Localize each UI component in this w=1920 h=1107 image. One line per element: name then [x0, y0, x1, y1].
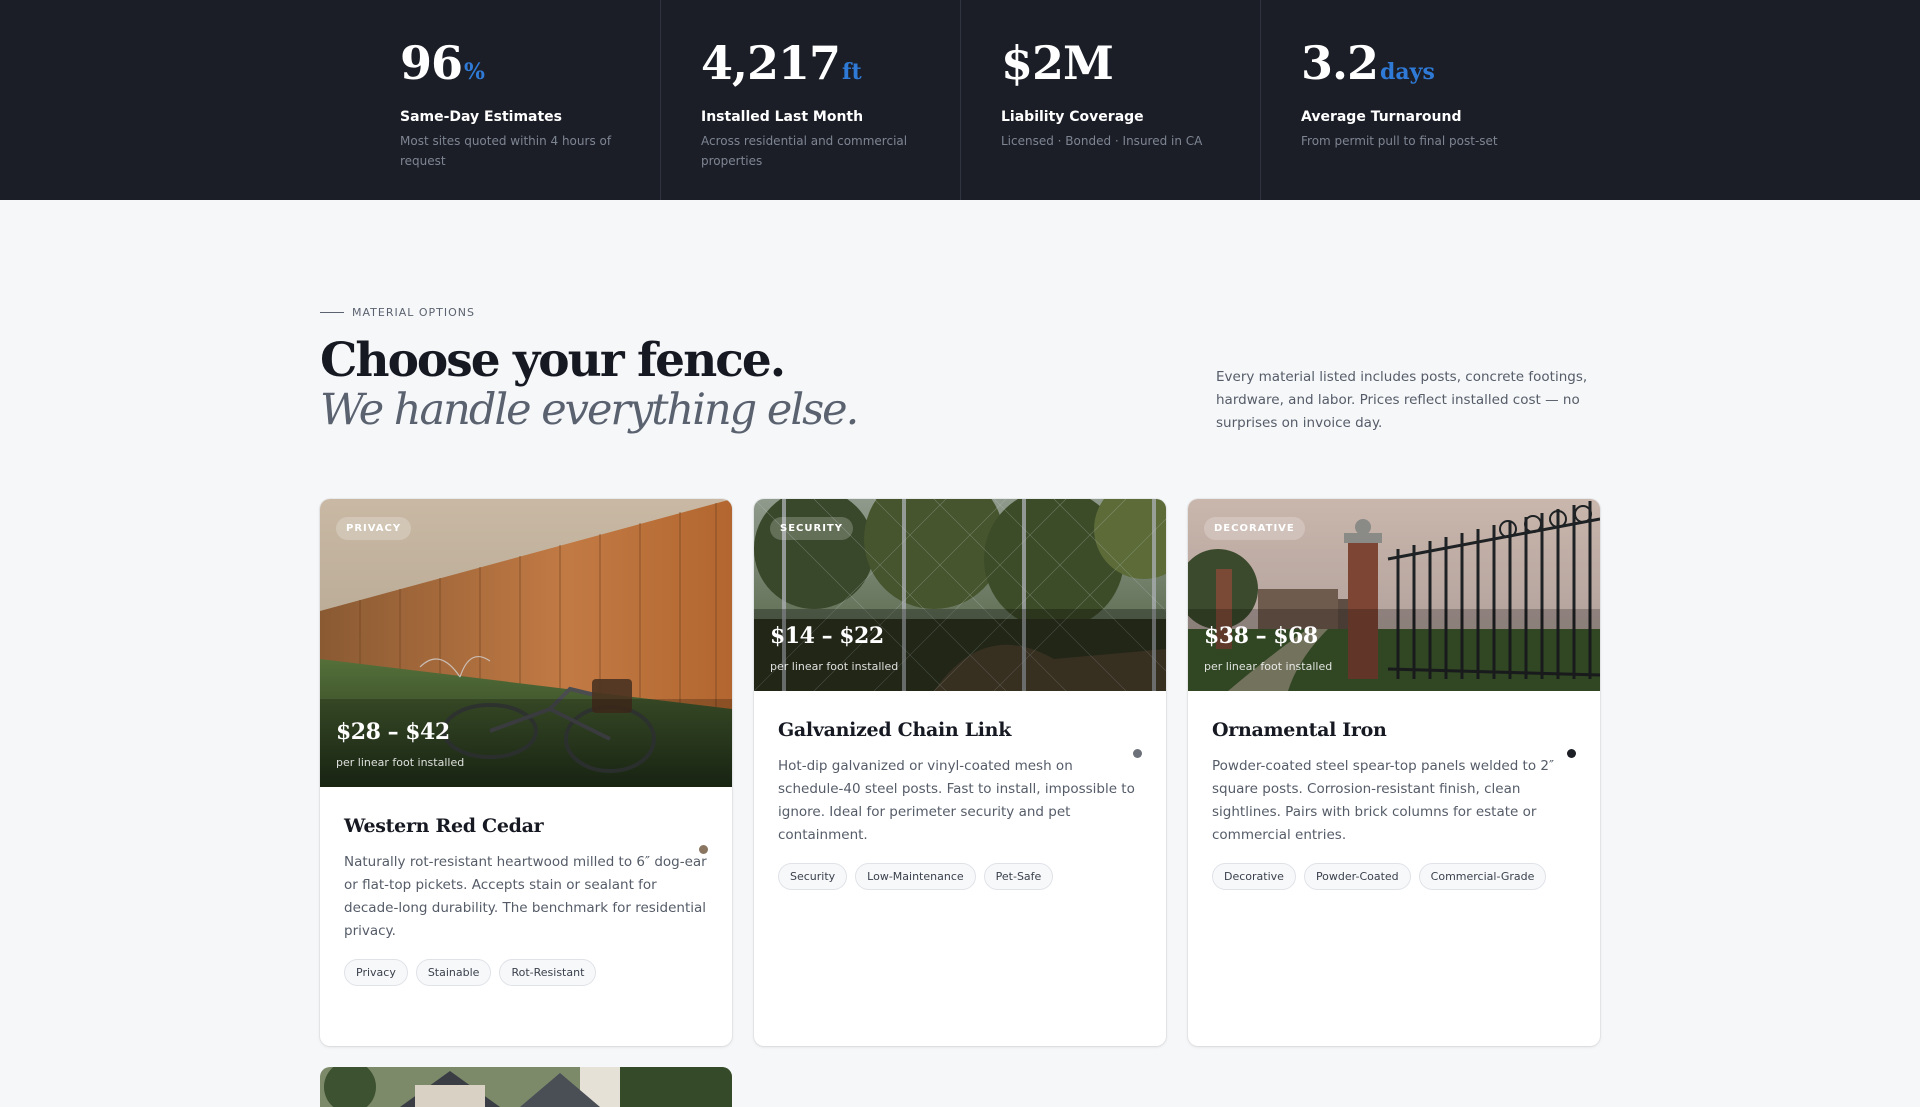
stat-label: Installed Last Month [701, 109, 864, 125]
stat-value: 96% [400, 36, 485, 90]
material-card-chain-link[interactable]: SECURITY $14 – $22 per linear foot insta… [754, 499, 1166, 1046]
stat-value: 4,217ft [701, 36, 862, 90]
tag-list: Security Low-Maintenance Pet-Safe [778, 863, 1142, 890]
tag: Decorative [1212, 863, 1296, 890]
card-title: Western Red Cedar [344, 815, 544, 837]
tag: Stainable [415, 959, 492, 986]
tag: Low-Maintenance [855, 863, 976, 890]
stat-installed-last-month: 4,217ft Installed Last Month Across resi… [660, 0, 960, 200]
price-unit: per linear foot installed [1204, 660, 1333, 673]
tag: Privacy [344, 959, 408, 986]
tag-list: Privacy Stainable Rot-Resistant [344, 959, 708, 986]
eyebrow-text: MATERIAL OPTIONS [352, 306, 475, 319]
price-range: $28 – $42 [336, 719, 450, 745]
section-intro: Every material listed includes posts, co… [1216, 369, 1588, 431]
stat-unit: % [464, 59, 485, 85]
card-title: Ornamental Iron [1212, 719, 1387, 741]
tag: Rot-Resistant [499, 959, 597, 986]
tag: Security [778, 863, 848, 890]
section-subheadline: We handle everything else. [320, 385, 859, 435]
tag: Powder-Coated [1303, 863, 1411, 890]
stat-same-day-estimates: 96% Same-Day Estimates Most sites quoted… [360, 0, 660, 200]
price-unit: per linear foot installed [770, 660, 899, 673]
stat-desc: Licensed · Bonded · Insured in CA [1001, 134, 1203, 148]
category-chip: DECORATIVE [1204, 517, 1305, 540]
stat-label: Average Turnaround [1301, 109, 1462, 125]
card-title: Galvanized Chain Link [778, 719, 1012, 741]
stat-desc: Across residential and commercial proper… [701, 134, 908, 168]
stat-label: Liability Coverage [1001, 109, 1144, 125]
card-description: Hot-dip galvanized or vinyl-coated mesh … [778, 758, 1135, 843]
tag: Commercial-Grade [1418, 863, 1547, 890]
card-image-chain-link: SECURITY $14 – $22 per linear foot insta… [754, 499, 1166, 691]
color-swatch-dot [699, 845, 708, 854]
stat-desc: Most sites quoted within 4 hours of requ… [400, 134, 612, 168]
color-swatch-dot [1133, 749, 1142, 758]
material-card-cedar[interactable]: PRIVACY $28 – $42 per linear foot instal… [320, 499, 732, 1046]
price-range: $38 – $68 [1204, 623, 1318, 649]
stat-unit: ft [842, 59, 862, 85]
price-range: $14 – $22 [770, 623, 884, 649]
category-chip: PRIVACY [336, 517, 412, 540]
stat-label: Same-Day Estimates [400, 109, 563, 125]
stat-value: 3.2days [1301, 36, 1435, 90]
tag: Pet-Safe [983, 863, 1054, 890]
section-eyebrow: MATERIAL OPTIONS [320, 306, 475, 319]
stat-value: $2M [1001, 36, 1114, 90]
price-unit: per linear foot installed [336, 756, 465, 769]
eyebrow-rule [320, 312, 344, 313]
house-photo-peek [320, 1067, 732, 1107]
stat-desc: From permit pull to final post-set [1301, 134, 1498, 148]
tag-list: Decorative Powder-Coated Commercial-Grad… [1212, 863, 1576, 890]
stats-band: 96% Same-Day Estimates Most sites quoted… [0, 0, 1920, 200]
stat-unit: days [1380, 59, 1435, 85]
stat-liability-coverage: $2M Liability Coverage Licensed · Bonded… [960, 0, 1260, 200]
card-image-ornamental-iron: DECORATIVE $38 – $68 per linear foot ins… [1188, 499, 1600, 691]
card-description: Powder-coated steel spear-top panels wel… [1212, 758, 1555, 843]
card-image-cedar: PRIVACY $28 – $42 per linear foot instal… [320, 499, 732, 787]
section-headline: Choose your fence. [320, 333, 786, 388]
color-swatch-dot [1567, 749, 1576, 758]
card-description: Naturally rot-resistant heartwood milled… [344, 854, 707, 939]
material-card-ornamental-iron[interactable]: DECORATIVE $38 – $68 per linear foot ins… [1188, 499, 1600, 1046]
stat-average-turnaround: 3.2days Average Turnaround From permit p… [1260, 0, 1560, 200]
category-chip: SECURITY [770, 517, 853, 540]
next-card-image-peek [320, 1067, 732, 1107]
